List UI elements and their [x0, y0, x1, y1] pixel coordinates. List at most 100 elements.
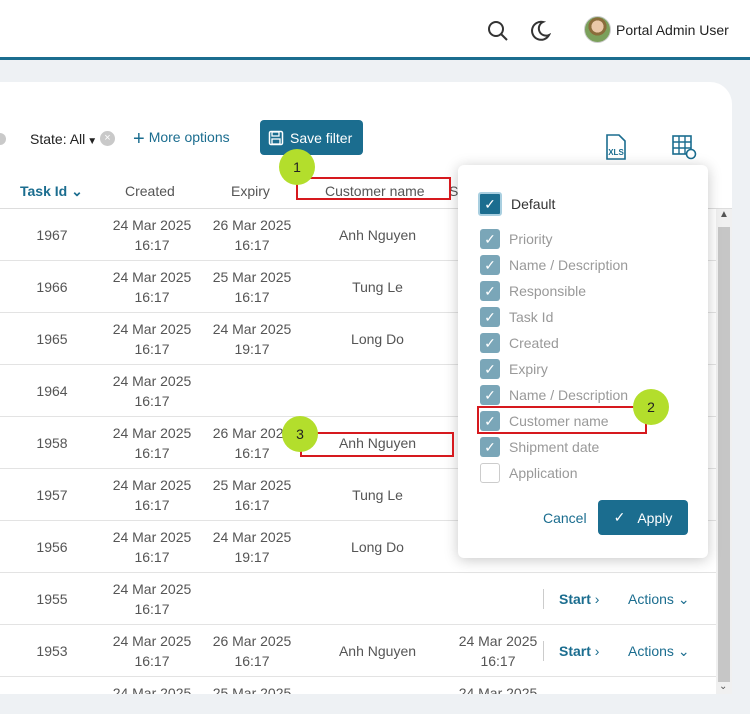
column-option[interactable]: ✓ Created: [480, 332, 559, 354]
checkbox-icon: ✓: [480, 281, 500, 301]
start-link[interactable]: Start ›: [559, 641, 599, 661]
vertical-scrollbar[interactable]: ▲ ⌄: [716, 209, 732, 694]
cell-expiry: 25 Mar 2025 16:17: [212, 477, 292, 513]
cell-task-id: 1965: [36, 331, 68, 347]
cell-task-id: 1967: [36, 227, 68, 243]
check-icon: ✓: [613, 509, 626, 525]
actions-divider: [543, 641, 544, 661]
column-option-label: Responsible: [509, 283, 587, 299]
column-picker-popup: ✓ Default ✓ Priority ✓ Name / Description ✓ Res…: [458, 165, 708, 558]
header-task-id-label: Task Id: [20, 183, 68, 199]
header-task-id[interactable]: Task Id ⌄: [20, 183, 83, 200]
table-row[interactable]: 1953 24 Mar 2025 16:17 26 Mar 2025 16:17 An…: [0, 625, 716, 677]
start-link[interactable]: Start ›: [559, 589, 599, 609]
column-option[interactable]: ✓ Shipment date: [480, 436, 599, 458]
cell-customer-name: Tung Le: [352, 487, 403, 503]
default-label: Default: [511, 196, 556, 212]
clear-state-icon[interactable]: ×: [100, 131, 115, 146]
column-option[interactable]: ✓ Name / Description: [480, 384, 628, 406]
cell-expiry: 26 Mar 2025 16:17: [212, 217, 292, 253]
column-settings-icon[interactable]: [671, 134, 697, 160]
column-option[interactable]: ✓ Expiry: [480, 358, 548, 380]
chevron-down-icon: ⌄: [677, 643, 690, 659]
header-created[interactable]: Created: [125, 183, 175, 199]
highlight-box-1: [296, 177, 451, 200]
cell-task-id: 1966: [36, 279, 68, 295]
xls-export-icon[interactable]: XLS: [603, 134, 629, 160]
cell-customer-name: Anh Nguyen: [338, 227, 417, 243]
cell-expiry: 25 Mar 2025: [212, 685, 292, 694]
column-option[interactable]: ✓ Name / Description: [480, 254, 628, 276]
checkbox-icon: ✓: [480, 333, 500, 353]
cell-expiry: 26 Mar 2025 16:17: [212, 633, 292, 669]
chevron-right-icon: ›: [594, 643, 600, 659]
cell-created: 24 Mar 2025 16:17: [112, 581, 192, 617]
apply-button[interactable]: ✓ Apply: [598, 500, 688, 535]
column-option-label: Shipment date: [509, 439, 600, 455]
plus-icon: +: [133, 128, 145, 150]
chevron-down-icon: ⌄: [677, 591, 690, 607]
column-option-label: Expiry: [509, 361, 548, 377]
column-option-label: Name / Description: [509, 387, 629, 403]
save-icon: [268, 130, 284, 145]
cell-customer-name: Long Do: [351, 331, 404, 347]
search-icon[interactable]: [487, 20, 509, 42]
moon-icon[interactable]: [529, 20, 551, 42]
table-row[interactable]: 24 Mar 2025 25 Mar 2025 24 Mar 2025: [0, 677, 716, 694]
save-filter-button[interactable]: Save filter: [260, 120, 363, 155]
step-badge-1: 1: [279, 149, 315, 185]
chevron-right-icon: ›: [594, 591, 600, 607]
checkbox-empty-icon: [480, 463, 500, 483]
header-expiry[interactable]: Expiry: [231, 183, 270, 199]
actions-divider: [543, 589, 544, 609]
actions-menu[interactable]: Actions ⌄: [628, 641, 690, 661]
cell-expiry: 24 Mar 2025 19:17: [212, 321, 292, 357]
more-options-label: More options: [148, 129, 230, 145]
column-option[interactable]: Application: [480, 462, 578, 484]
column-option-label: Priority: [509, 231, 553, 247]
column-option[interactable]: ✓ Responsible: [480, 280, 586, 302]
avatar[interactable]: [584, 16, 611, 43]
checkbox-icon: ✓: [478, 192, 502, 216]
cell-shipment-date: 24 Mar 2025 16:17: [458, 633, 538, 669]
cell-created: 24 Mar 2025 16:17: [112, 477, 192, 513]
column-option-label: Application: [509, 465, 578, 481]
actions-label: Actions: [628, 643, 674, 659]
actions-label: Actions: [628, 591, 674, 607]
user-name[interactable]: Portal Admin User: [616, 22, 729, 38]
cell-created: 24 Mar 2025 16:17: [112, 633, 192, 669]
cell-customer-name: Anh Nguyen: [338, 643, 417, 659]
cell-task-id: 1964: [36, 383, 68, 399]
step-badge-2: 2: [633, 389, 669, 425]
cell-created: 24 Mar 2025 16:17: [112, 373, 192, 409]
column-option[interactable]: ✓ Task Id: [480, 306, 553, 328]
xls-label: XLS: [608, 148, 624, 157]
scroll-up-icon[interactable]: ▲: [719, 209, 729, 220]
chevron-down-icon: ⌄: [71, 183, 83, 199]
state-filter[interactable]: State: All ▼: [30, 131, 97, 147]
checkbox-icon: ✓: [480, 385, 500, 405]
scrollbar-thumb[interactable]: [718, 227, 730, 682]
table-row[interactable]: 1955 24 Mar 2025 16:17 Start › Actions ⌄: [0, 573, 716, 625]
column-option-label: Name / Description: [509, 257, 629, 273]
default-checkbox[interactable]: ✓ Default: [478, 192, 556, 216]
start-label: Start: [559, 643, 591, 659]
more-options-button[interactable]: + More options: [133, 128, 230, 151]
step-badge-3: 3: [282, 416, 318, 452]
checkbox-icon: ✓: [480, 229, 500, 249]
scroll-down-icon[interactable]: ⌄: [719, 681, 727, 692]
actions-menu[interactable]: Actions ⌄: [628, 589, 690, 609]
filter-chip-clear-icon[interactable]: [0, 133, 6, 145]
cell-created: 24 Mar 2025: [112, 685, 192, 694]
save-filter-label: Save filter: [290, 129, 353, 146]
start-label: Start: [559, 591, 591, 607]
cell-created: 24 Mar 2025 16:17: [112, 529, 192, 565]
cell-created: 24 Mar 2025 16:17: [112, 269, 192, 305]
cell-task-id: 1957: [36, 487, 68, 503]
column-option-label: Created: [509, 335, 559, 351]
cell-customer-name: Tung Le: [352, 279, 403, 295]
column-option[interactable]: ✓ Priority: [480, 228, 553, 250]
cell-shipment-date: 24 Mar 2025: [458, 685, 538, 694]
cancel-button[interactable]: Cancel: [543, 510, 587, 526]
column-option-label: Task Id: [509, 309, 554, 325]
